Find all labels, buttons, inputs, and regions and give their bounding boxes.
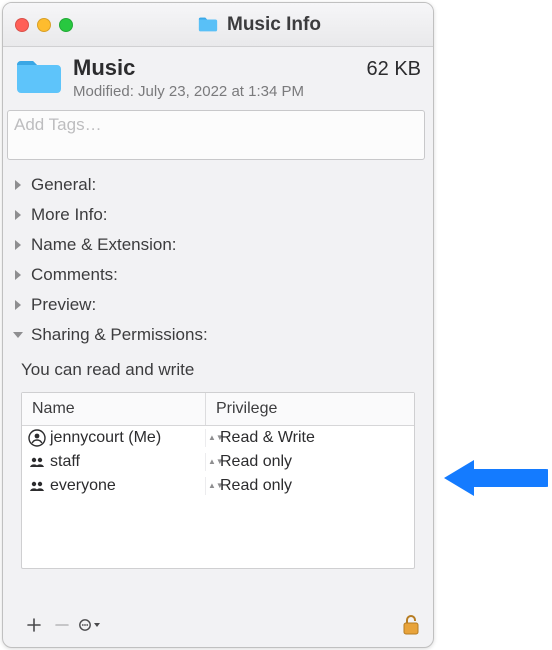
titlebar: Music Info: [3, 3, 433, 47]
chevron-right-icon: [11, 208, 25, 222]
section-name-extension[interactable]: Name & Extension:: [11, 230, 425, 260]
permissions-row[interactable]: jennycourt (Me) ▲▼ Read & Write: [22, 426, 414, 450]
section-comments[interactable]: Comments:: [11, 260, 425, 290]
action-menu-button[interactable]: [77, 614, 103, 636]
permission-name: staff: [50, 453, 80, 471]
column-privilege[interactable]: Privilege: [206, 393, 414, 425]
file-size: 62 KB: [367, 58, 421, 81]
privilege-value: Read & Write: [220, 429, 315, 447]
section-more-info[interactable]: More Info:: [11, 200, 425, 230]
privilege-select[interactable]: ▲▼ Read only: [206, 453, 414, 471]
permissions-row[interactable]: staff ▲▼ Read only: [22, 450, 414, 474]
section-general[interactable]: General:: [11, 170, 425, 200]
tags-input[interactable]: Add Tags…: [7, 110, 425, 160]
sections: General: More Info: Name & Extension: Co…: [3, 168, 433, 350]
bottom-toolbar: [3, 607, 433, 647]
stepper-icon: ▲▼: [208, 483, 218, 489]
callout-arrow-icon: [438, 454, 548, 507]
info-window: Music Info Music 62 KB Modified: July 23…: [2, 2, 434, 648]
traffic-lights: [15, 18, 73, 32]
add-button[interactable]: [21, 614, 47, 636]
remove-button[interactable]: [49, 614, 75, 636]
privilege-value: Read only: [220, 477, 292, 495]
tags-placeholder: Add Tags…: [14, 115, 102, 134]
chevron-right-icon: [11, 178, 25, 192]
privilege-select[interactable]: ▲▼ Read only: [206, 477, 414, 495]
chevron-down-icon: [11, 328, 25, 342]
header: Music 62 KB Modified: July 23, 2022 at 1…: [3, 47, 433, 106]
stepper-icon: ▲▼: [208, 459, 218, 465]
permission-name: jennycourt (Me): [50, 429, 161, 447]
permissions-header: Name Privilege: [22, 393, 414, 426]
permissions-summary: You can read and write: [3, 350, 433, 390]
permissions-table: Name Privilege jennycourt (Me) ▲▼ Read &…: [21, 392, 415, 569]
folder-icon: [15, 55, 63, 97]
permission-name: everyone: [50, 477, 116, 495]
privilege-select[interactable]: ▲▼ Read & Write: [206, 429, 414, 447]
minimize-button[interactable]: [37, 18, 51, 32]
folder-small-icon: [197, 14, 219, 36]
zoom-button[interactable]: [59, 18, 73, 32]
lock-icon[interactable]: [401, 613, 421, 637]
modified-value: July 23, 2022 at 1:34 PM: [138, 83, 304, 100]
window-title: Music Info: [227, 14, 321, 36]
column-name[interactable]: Name: [22, 393, 206, 425]
chevron-right-icon: [11, 298, 25, 312]
group-icon: [28, 477, 46, 495]
stepper-icon: ▲▼: [208, 435, 218, 441]
group-icon: [28, 453, 46, 471]
chevron-right-icon: [11, 268, 25, 282]
modified-line: Modified: July 23, 2022 at 1:34 PM: [73, 83, 421, 100]
close-button[interactable]: [15, 18, 29, 32]
person-icon: [28, 429, 46, 447]
permissions-row[interactable]: everyone ▲▼ Read only: [22, 474, 414, 498]
modified-label: Modified:: [73, 83, 134, 100]
file-name: Music: [73, 55, 135, 81]
section-preview[interactable]: Preview:: [11, 290, 425, 320]
privilege-value: Read only: [220, 453, 292, 471]
chevron-right-icon: [11, 238, 25, 252]
section-sharing-permissions[interactable]: Sharing & Permissions:: [11, 320, 425, 350]
